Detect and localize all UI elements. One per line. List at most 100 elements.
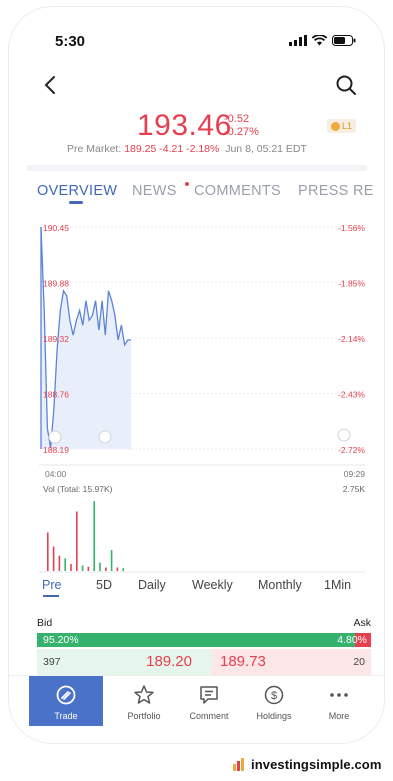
content-tabs: OVERVIEW NEWS COMMENTS PRESS RE xyxy=(9,175,384,207)
order-book: Bid Ask 95.20% 4.80% 397 189.20 189.73 2… xyxy=(37,611,371,675)
battery-icon xyxy=(332,35,356,46)
volume-bar xyxy=(81,565,84,571)
quote-header: 193.46 -0.52 -0.27% Pre Market: 189.25 -… xyxy=(9,107,384,163)
volume-bar xyxy=(116,567,119,571)
premarket-line: Pre Market: 189.25 -4.21 -2.18% Jun 8, 0… xyxy=(67,143,307,155)
y-tick-left: 188.19 xyxy=(43,445,69,455)
volume-bar xyxy=(64,558,66,571)
volume-bar xyxy=(99,562,101,571)
ask-header: Ask xyxy=(353,617,371,629)
active-period-indicator xyxy=(43,595,59,597)
ask-price: 189.73 xyxy=(220,653,266,670)
bid-ratio-fill xyxy=(37,633,355,647)
brand-logo-icon xyxy=(233,758,244,771)
tab-news[interactable]: NEWS xyxy=(132,183,177,199)
wifi-icon xyxy=(312,35,327,46)
svg-text:$: $ xyxy=(271,690,277,702)
status-icons xyxy=(289,35,356,46)
tab-comment[interactable]: Comment xyxy=(172,676,246,726)
volume-bar xyxy=(70,564,72,571)
bid-percent: 95.20% xyxy=(43,634,79,646)
tab-comment-label: Comment xyxy=(189,711,229,721)
x-tick-start: 04:00 xyxy=(45,469,67,479)
period-1min[interactable]: 1Min xyxy=(324,578,351,592)
section-divider xyxy=(27,165,367,171)
bid-price: 189.20 xyxy=(146,653,192,670)
price-chart[interactable]: 190.45 189.88 189.32 188.76 188.19 -1.56% -1.8… xyxy=(33,209,369,599)
bid-header: Bid xyxy=(37,617,53,629)
y-tick-left: 190.45 xyxy=(43,223,69,233)
volume-bar xyxy=(93,501,95,571)
period-5d[interactable]: 5D xyxy=(96,578,112,592)
search-icon[interactable] xyxy=(334,73,358,97)
active-tab-indicator xyxy=(69,201,83,204)
clock-icon xyxy=(330,121,340,131)
y-tick-right: -2.72% xyxy=(338,445,365,455)
event-marker xyxy=(48,430,62,444)
tab-more-label: More xyxy=(328,711,350,721)
premarket-change: -4.21 xyxy=(159,143,184,155)
news-unread-dot xyxy=(185,182,189,186)
y-tick-right: -1.56% xyxy=(338,223,365,233)
ask-level[interactable]: 189.73 20 xyxy=(212,649,371,675)
period-daily[interactable]: Daily xyxy=(138,578,166,592)
status-bar: 5:30 xyxy=(9,7,384,65)
brand-watermark: investingsimple.com xyxy=(232,756,382,772)
change-value: -0.52 xyxy=(224,113,250,125)
bid-ask-ratio-bar: 95.20% 4.80% xyxy=(37,633,371,647)
premarket-label: Pre Market: xyxy=(67,143,122,155)
volume-bar xyxy=(52,546,55,571)
brand-text: investingsimple.com xyxy=(251,756,382,772)
event-marker xyxy=(337,428,351,442)
volume-bar xyxy=(58,555,61,571)
level-badge-label: L1 xyxy=(341,121,352,131)
bid-size: 397 xyxy=(43,656,61,668)
tab-trade[interactable]: Trade xyxy=(29,676,103,726)
premarket-price: 189.25 xyxy=(124,143,157,155)
tab-press-releases[interactable]: PRESS RE xyxy=(298,183,374,199)
level-badge[interactable]: L1 xyxy=(326,119,356,133)
comment-icon xyxy=(200,686,218,704)
volume-bar xyxy=(87,566,90,571)
signal-icon xyxy=(289,35,307,46)
volume-bar xyxy=(76,511,78,571)
ask-size: 20 xyxy=(353,656,365,668)
status-time: 5:30 xyxy=(55,33,86,50)
tab-trade-label: Trade xyxy=(54,711,78,721)
last-price: 193.46 xyxy=(137,109,232,142)
more-icon xyxy=(330,693,348,697)
volume-bar xyxy=(122,568,124,571)
tab-overview[interactable]: OVERVIEW xyxy=(37,183,117,199)
ask-percent: 4.80% xyxy=(337,634,367,646)
tab-more[interactable]: More xyxy=(302,676,376,726)
tab-comments[interactable]: COMMENTS xyxy=(194,183,281,199)
period-pre[interactable]: Pre xyxy=(42,578,61,592)
volume-max-label: 2.75K xyxy=(343,484,366,494)
phone-frame: 5:30 193.46 -0.52 -0.27% Pre Market: 189… xyxy=(8,6,385,744)
y-tick-left: 188.76 xyxy=(43,390,69,400)
back-icon[interactable] xyxy=(39,73,63,97)
change-percent: -0.27% xyxy=(224,126,259,138)
tab-portfolio[interactable]: Portfolio xyxy=(107,676,181,726)
price-change: -0.52 -0.27% xyxy=(224,113,259,139)
bid-level[interactable]: 397 189.20 xyxy=(37,649,212,675)
y-tick-right: -2.43% xyxy=(338,390,365,400)
price-chart-svg: 190.45 189.88 189.32 188.76 188.19 -1.56% -1.8… xyxy=(39,223,366,573)
y-tick-left: 189.88 xyxy=(43,279,69,289)
star-icon xyxy=(134,685,154,704)
quote-timestamp: Jun 8, 05:21 EDT xyxy=(225,143,307,155)
premarket-percent: -2.18% xyxy=(186,143,220,155)
bottom-tab-bar: Trade Portfolio Comment $ Holdings More xyxy=(9,675,384,726)
y-tick-right: -1.85% xyxy=(338,279,365,289)
holdings-icon: $ xyxy=(264,685,284,705)
x-tick-end: 09:29 xyxy=(344,469,366,479)
volume-bar xyxy=(47,532,49,571)
tab-holdings[interactable]: $ Holdings xyxy=(237,676,311,726)
period-monthly[interactable]: Monthly xyxy=(258,578,302,592)
volume-bar xyxy=(110,550,113,571)
trade-icon xyxy=(56,685,76,705)
volume-bar xyxy=(105,567,107,571)
top-nav xyxy=(9,69,384,105)
period-weekly[interactable]: Weekly xyxy=(192,578,233,592)
y-tick-right: -2.14% xyxy=(338,334,365,344)
